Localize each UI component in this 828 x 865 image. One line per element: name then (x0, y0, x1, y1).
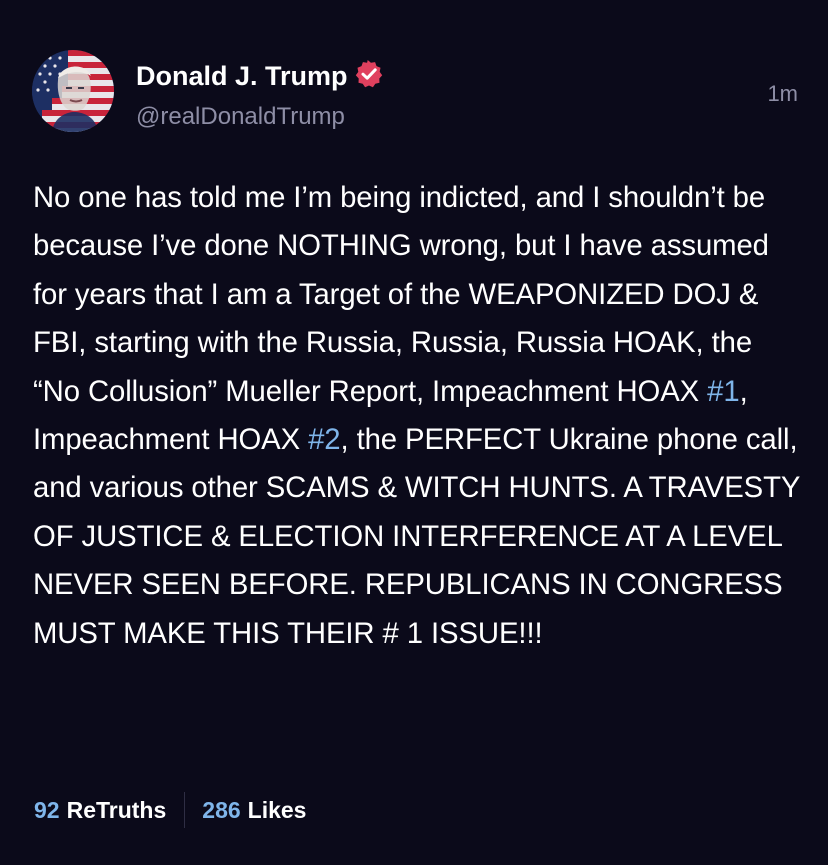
timestamp[interactable]: 1m (767, 80, 798, 108)
retruths-count: 92 (34, 796, 60, 823)
stats-divider (184, 792, 186, 828)
post-stats: 92 ReTruths 286 Likes (34, 790, 306, 830)
likes-stat[interactable]: 286 Likes (202, 797, 306, 824)
post-text: No one has told me I’m being indicted, a… (33, 181, 769, 408)
post-body: No one has told me I’m being indicted, a… (33, 174, 803, 658)
post-text: , the PERFECT Ukraine phone call, and va… (33, 423, 800, 650)
retruths-label: ReTruths (66, 796, 167, 823)
author-info: Donald J. Trump @realDonaldTrump (136, 58, 384, 132)
display-name[interactable]: Donald J. Trump (136, 58, 348, 94)
verified-badge-icon (355, 60, 382, 88)
retruths-stat[interactable]: 92 ReTruths (34, 797, 166, 824)
likes-label: Likes (247, 796, 307, 823)
hashtag-link[interactable]: #1 (707, 375, 739, 408)
post-header: Donald J. Trump @realDonaldTrump 1m (32, 50, 798, 140)
avatar[interactable] (32, 50, 114, 132)
truth-post: Donald J. Trump @realDonaldTrump 1m No o… (0, 0, 828, 865)
likes-count: 286 (202, 796, 241, 823)
hashtag-link[interactable]: #2 (308, 423, 340, 456)
handle[interactable]: @realDonaldTrump (136, 102, 384, 132)
avatar-flag-portrait-icon (32, 50, 114, 132)
